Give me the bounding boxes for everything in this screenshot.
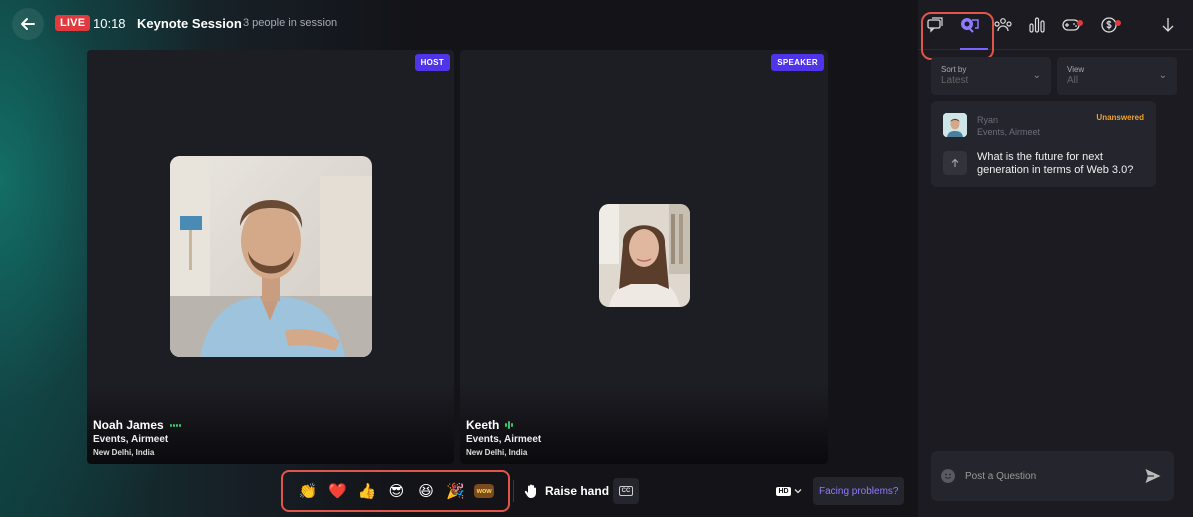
chevron-down-icon: ⌄ — [1032, 70, 1041, 81]
cc-icon: CC — [618, 486, 634, 496]
audio-level-icon — [505, 421, 514, 429]
qa-icon — [961, 18, 979, 33]
reaction-heart-button[interactable]: ❤️ — [326, 480, 348, 502]
arrow-left-icon — [21, 18, 35, 30]
captions-button[interactable]: CC — [613, 478, 639, 504]
quality-button[interactable]: HD — [772, 478, 806, 504]
booth-notification-dot — [1115, 20, 1121, 26]
host-name-row: Noah James — [93, 418, 181, 432]
question-text: What is the future for next generation i… — [977, 151, 1134, 176]
hand-icon — [524, 484, 536, 498]
reaction-party-button[interactable]: 🎉 — [445, 480, 467, 502]
tab-people[interactable] — [988, 16, 1018, 46]
reaction-wow-button[interactable]: wow — [474, 484, 495, 498]
reaction-cool-button[interactable]: 😎 — [385, 480, 407, 502]
session-title: Keynote Session — [137, 16, 242, 31]
speaker-video-feed — [599, 204, 690, 307]
sidebar-tabs — [918, 0, 1193, 60]
facing-problems-button[interactable]: Facing problems? — [813, 477, 905, 505]
chevron-down-icon: ⌄ — [1158, 70, 1167, 81]
tab-polls[interactable] — [1022, 16, 1052, 46]
stage: LIVE 10:18 Keynote Session 3 people in s… — [0, 0, 918, 517]
reactions-bar: 👏 ❤️ 👍 😎 😆 🎉 wow — [281, 470, 510, 512]
question-composer — [931, 451, 1174, 501]
back-button[interactable] — [12, 8, 44, 40]
hd-icon: HD — [776, 486, 791, 496]
chevron-down-icon — [794, 489, 802, 494]
host-location: New Delhi, India — [93, 448, 155, 457]
speaker-location: New Delhi, India — [466, 448, 528, 457]
live-badge: LIVE — [55, 15, 91, 31]
speaker-video — [599, 204, 690, 307]
controls-divider — [513, 480, 514, 502]
speaker-video-tile[interactable]: SPEAKER Keeth Events, Airmeet New Delhi,… — [460, 50, 828, 464]
question-card: Ryan Events, Airmeet Unanswered What is … — [931, 101, 1156, 187]
arrow-up-icon — [951, 158, 959, 167]
avatar — [943, 113, 967, 137]
polls-icon — [1029, 17, 1045, 33]
session-timer: 10:18 — [93, 16, 126, 31]
audio-level-icon — [169, 421, 181, 429]
smiley-icon — [941, 469, 955, 483]
send-icon — [1145, 469, 1161, 483]
speaker-name: Keeth — [466, 418, 500, 432]
host-org: Events, Airmeet — [93, 434, 169, 445]
speaker-org: Events, Airmeet — [466, 434, 542, 445]
view-label: View — [1067, 65, 1085, 74]
games-notification-dot — [1077, 20, 1083, 26]
host-badge: HOST — [414, 54, 450, 71]
host-video-feed — [170, 156, 372, 357]
host-name: Noah James — [93, 418, 164, 432]
status-badge: Unanswered — [1096, 113, 1144, 122]
view-value: All — [1067, 75, 1079, 86]
speaker-name-row: Keeth — [466, 418, 514, 432]
download-icon — [1162, 18, 1174, 32]
tab-questions[interactable] — [954, 16, 984, 46]
top-bar: LIVE 10:18 Keynote Session 3 people in s… — [0, 0, 918, 48]
sort-label: Sort by — [941, 65, 967, 74]
raise-hand-label: Raise hand — [545, 484, 610, 498]
sidebar: Sort by Latest ⌄ View All ⌄ Ryan Events,… — [918, 0, 1193, 517]
tab-booths[interactable] — [1094, 16, 1124, 46]
avatar-image — [943, 113, 967, 137]
emoji-picker-icon[interactable] — [941, 469, 955, 483]
tab-games[interactable] — [1056, 16, 1086, 46]
sort-value: Latest — [941, 75, 969, 86]
people-count: 3 people in session — [243, 17, 338, 29]
sort-dropdown[interactable]: Sort by Latest ⌄ — [931, 57, 1051, 95]
reaction-laugh-button[interactable]: 😆 — [415, 480, 437, 502]
active-tab-indicator — [960, 48, 988, 50]
speaker-badge: SPEAKER — [771, 54, 824, 71]
tab-chat[interactable] — [920, 16, 950, 46]
host-video — [170, 156, 372, 357]
question-input[interactable] — [965, 470, 1135, 482]
tab-download[interactable] — [1153, 16, 1183, 46]
raise-hand-button[interactable]: Raise hand — [517, 477, 615, 505]
chat-icon — [927, 17, 943, 33]
people-icon — [994, 18, 1012, 32]
wow-label: wow — [476, 487, 492, 495]
upvote-button[interactable] — [943, 151, 967, 175]
host-video-tile[interactable]: HOST Noah James Events, Airmeet New Delh… — [87, 50, 454, 464]
reaction-thumbs-up-button[interactable]: 👍 — [356, 480, 378, 502]
question-author-org: Events, Airmeet — [977, 127, 1041, 137]
send-button[interactable] — [1144, 467, 1162, 485]
reaction-clap-button[interactable]: 👏 — [297, 480, 319, 502]
view-dropdown[interactable]: View All ⌄ — [1057, 57, 1177, 95]
question-author: Ryan — [977, 115, 999, 125]
